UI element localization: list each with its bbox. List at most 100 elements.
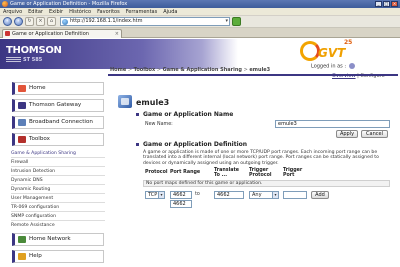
gvt-logo-text: GVT (318, 46, 346, 60)
trigger-port-input[interactable] (283, 191, 307, 199)
sidebar-divider (11, 193, 105, 194)
broadband-icon (18, 119, 26, 126)
breadcrumb-toolbox[interactable]: Toolbox (134, 67, 156, 73)
window-title: Game or Application Definition - Mozilla… (10, 1, 128, 7)
sidebar-toolbox-label: Toolbox (29, 136, 50, 142)
url-text: http://192.168.1.1/index.htm (70, 18, 143, 24)
port-range-from-input[interactable]: 4662 (170, 191, 192, 199)
menu-bookmarks[interactable]: Favoritos (97, 8, 120, 15)
gvt-logo: GVT 25 (300, 39, 358, 63)
menu-history[interactable]: Histórico (69, 8, 91, 15)
sidebar-home-network-label: Home Network (29, 236, 71, 242)
close-window-icon[interactable]: × (391, 1, 398, 7)
sidebar-divider (11, 166, 105, 167)
column-translate-to: Translate To ... (214, 168, 240, 179)
protocol-select-value: TCP (148, 192, 158, 198)
sidebar-divider (11, 211, 105, 212)
menu-view[interactable]: Exibir (49, 8, 63, 15)
chevron-down-icon: ▾ (272, 192, 278, 198)
sidebar-item-dynamic-dns[interactable]: Dynamic DNS (11, 178, 43, 183)
application-icon (118, 95, 132, 108)
port-range-to-input[interactable]: 4662 (170, 200, 192, 208)
user-icon[interactable] (348, 63, 355, 69)
new-name-label: New Name: (145, 122, 173, 127)
minimize-icon[interactable]: _ (375, 1, 382, 7)
tab-close-icon[interactable]: × (115, 30, 119, 38)
sidebar-gateway-label: Thomson Gateway (29, 102, 82, 108)
definition-description: A game or application is made of one or … (143, 150, 379, 166)
sidebar-home-button[interactable]: Home (12, 82, 104, 95)
sidebar-home-label: Home (29, 85, 46, 91)
navigation-toolbar: ‹ › ↻ × ⌂ http://192.168.1.1/index.htm ▾ (0, 16, 400, 28)
breadcrumb-separator: > (243, 67, 248, 73)
sidebar-item-intrusion-detection[interactable]: Intrusion Detection (11, 169, 55, 174)
url-bar[interactable]: http://192.168.1.1/index.htm ▾ (60, 17, 230, 26)
port-range-to-label: to (195, 192, 200, 197)
column-trigger-port: Trigger Port (283, 168, 303, 179)
section-bullet (136, 143, 139, 146)
reload-icon[interactable]: ↻ (25, 17, 34, 26)
sidebar-item-firewall[interactable]: Firewall (11, 160, 28, 165)
sidebar-help-button[interactable]: Help (12, 250, 104, 263)
sidebar-gateway-button[interactable]: Thomson Gateway (12, 99, 104, 112)
cancel-button[interactable]: Cancel (361, 130, 388, 138)
empty-table-message: No port maps defined for this game or ap… (143, 180, 390, 187)
sidebar-item-game-sharing[interactable]: Game & Application Sharing (11, 151, 76, 156)
sidebar-item-dynamic-routing[interactable]: Dynamic Routing (11, 187, 50, 192)
breadcrumb: Home > Toolbox > Game & Application Shar… (110, 67, 270, 73)
breadcrumb-current: emule3 (249, 67, 271, 73)
menu-tools[interactable]: Ferramentas (126, 8, 158, 15)
menu-help[interactable]: Ajuda (163, 8, 177, 15)
sidebar-item-tr069[interactable]: TR-069 configuration (11, 205, 59, 210)
brand-title: THOMSON (6, 45, 62, 56)
sidebar-divider (11, 220, 105, 221)
menu-file[interactable]: Arquivo (3, 8, 22, 15)
go-icon[interactable] (232, 17, 241, 26)
sidebar-broadband-label: Broadband Connection (29, 119, 93, 125)
back-icon[interactable]: ‹ (3, 17, 12, 26)
sidebar-item-user-management[interactable]: User Management (11, 196, 53, 201)
menu-edit[interactable]: Editar (28, 8, 43, 15)
sidebar-divider (11, 157, 105, 158)
window-title-bar: Game or Application Definition - Mozilla… (0, 0, 400, 8)
page-title: emule3 (136, 98, 170, 107)
firefox-icon (2, 1, 8, 7)
tab-strip: Game or Application Definition × (0, 28, 400, 38)
url-dropdown-icon[interactable]: ▾ (225, 18, 228, 25)
column-port-range: Port Range (170, 170, 201, 175)
tab-game-application-definition[interactable]: Game or Application Definition × (2, 29, 122, 38)
protocol-select[interactable]: TCP ▾ (145, 191, 165, 199)
sidebar: Home Thomson Gateway Broadband Connectio… (0, 80, 106, 267)
home-network-icon (18, 236, 26, 243)
trigger-protocol-select[interactable]: Any ▾ (249, 191, 279, 199)
home-icon[interactable]: ⌂ (47, 17, 56, 26)
sidebar-item-remote-assistance[interactable]: Remote Assistance (11, 223, 55, 228)
maximize-icon[interactable]: □ (383, 1, 390, 7)
breadcrumb-home[interactable]: Home (110, 67, 126, 73)
tab-favicon-icon (5, 31, 10, 36)
sidebar-help-label: Help (29, 253, 42, 259)
header-rule (108, 74, 398, 76)
forward-icon[interactable]: › (14, 17, 23, 26)
add-button[interactable]: Add (311, 191, 329, 199)
logged-in-label: Logged in as : (311, 63, 347, 70)
stripes-decoration (6, 57, 21, 62)
column-trigger-protocol: Trigger Protocol (249, 168, 272, 179)
name-section-heading: Game or Application Name (143, 111, 234, 118)
gvt-ring-icon (300, 41, 320, 61)
stop-icon[interactable]: × (36, 17, 45, 26)
toolbox-icon (18, 136, 26, 143)
chevron-down-icon: ▾ (158, 192, 164, 198)
breadcrumb-separator: > (127, 67, 133, 73)
gvt-logo-number: 25 (344, 39, 353, 46)
definition-section-heading: Game or Application Definition (143, 141, 248, 148)
sidebar-toolbox-button[interactable]: Toolbox (12, 133, 104, 146)
sidebar-divider (11, 175, 105, 176)
translate-to-input[interactable]: 4662 (214, 191, 244, 199)
sidebar-item-snmp[interactable]: SNMP configuration (11, 214, 56, 219)
new-name-input[interactable]: emule3 (275, 120, 390, 128)
breadcrumb-game-sharing[interactable]: Game & Application Sharing (163, 67, 242, 73)
apply-button[interactable]: Apply (336, 130, 358, 138)
sidebar-broadband-button[interactable]: Broadband Connection (12, 116, 104, 129)
sidebar-home-network-button[interactable]: Home Network (12, 233, 104, 246)
